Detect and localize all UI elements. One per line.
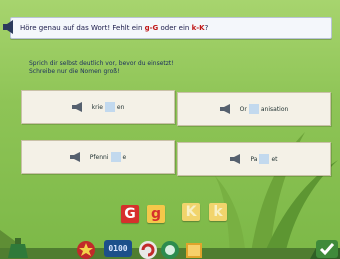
banner-text-before: Höre genau auf das Wort! Fehlt ein xyxy=(20,24,145,32)
speaker-icon[interactable] xyxy=(3,20,15,34)
word-fragment-end: et xyxy=(271,155,278,163)
instruction-line-1: Sprich dir selbst deutlich vor, bevor du… xyxy=(29,60,174,67)
word-card[interactable]: Or anisation xyxy=(177,92,331,126)
timer-display: 0100 xyxy=(104,240,132,257)
exercise-screen: Höre genau auf das Wort! Fehlt ein g-G o… xyxy=(0,0,340,259)
letter-gap-slot[interactable] xyxy=(110,152,121,162)
speaker-icon[interactable] xyxy=(219,104,234,114)
letter-tile-upper-g[interactable]: G xyxy=(121,205,139,223)
speaker-icon[interactable] xyxy=(69,152,84,162)
banner-option-k: k-K xyxy=(191,24,205,32)
word-fragment-end: anisation xyxy=(260,105,289,113)
letter-tile-lower-g[interactable]: g xyxy=(147,205,165,223)
banner-text-middle: oder ein xyxy=(158,24,192,32)
word-card[interactable]: Pa et xyxy=(177,142,331,176)
letter-gap-slot[interactable] xyxy=(104,102,115,112)
speaker-icon[interactable] xyxy=(230,154,244,164)
speaker-icon[interactable] xyxy=(71,102,86,112)
word-fragment-start: Or xyxy=(239,105,247,113)
word-card[interactable]: Pfenni e xyxy=(21,140,175,174)
check-button[interactable] xyxy=(316,240,338,258)
word-fragment-start: krie xyxy=(91,103,103,111)
word-fragment-end: e xyxy=(122,153,127,161)
letter-tile-lower-k[interactable]: k xyxy=(209,203,227,221)
word-fragment-start: Pfenni xyxy=(89,153,109,161)
bottle-icon[interactable] xyxy=(6,238,32,258)
book-icon[interactable] xyxy=(184,242,204,259)
word-fragment-start: Pa xyxy=(250,155,258,163)
instruction-banner: Höre genau auf das Wort! Fehlt ein g-G o… xyxy=(10,17,332,39)
letter-gap-slot[interactable] xyxy=(248,104,259,114)
help-icon[interactable] xyxy=(160,240,180,259)
refresh-icon[interactable] xyxy=(138,240,158,259)
banner-text-after: ? xyxy=(204,24,209,32)
word-fragment-end: en xyxy=(116,103,125,111)
instruction-line-2: Schreibe nur die Nomen groß! xyxy=(29,68,120,75)
banner-option-g: g-G xyxy=(144,24,159,32)
letter-gap-slot[interactable] xyxy=(259,154,270,164)
star-icon[interactable] xyxy=(76,240,96,259)
letter-tile-upper-k[interactable]: K xyxy=(182,203,200,221)
word-card[interactable]: krie en xyxy=(21,90,175,124)
